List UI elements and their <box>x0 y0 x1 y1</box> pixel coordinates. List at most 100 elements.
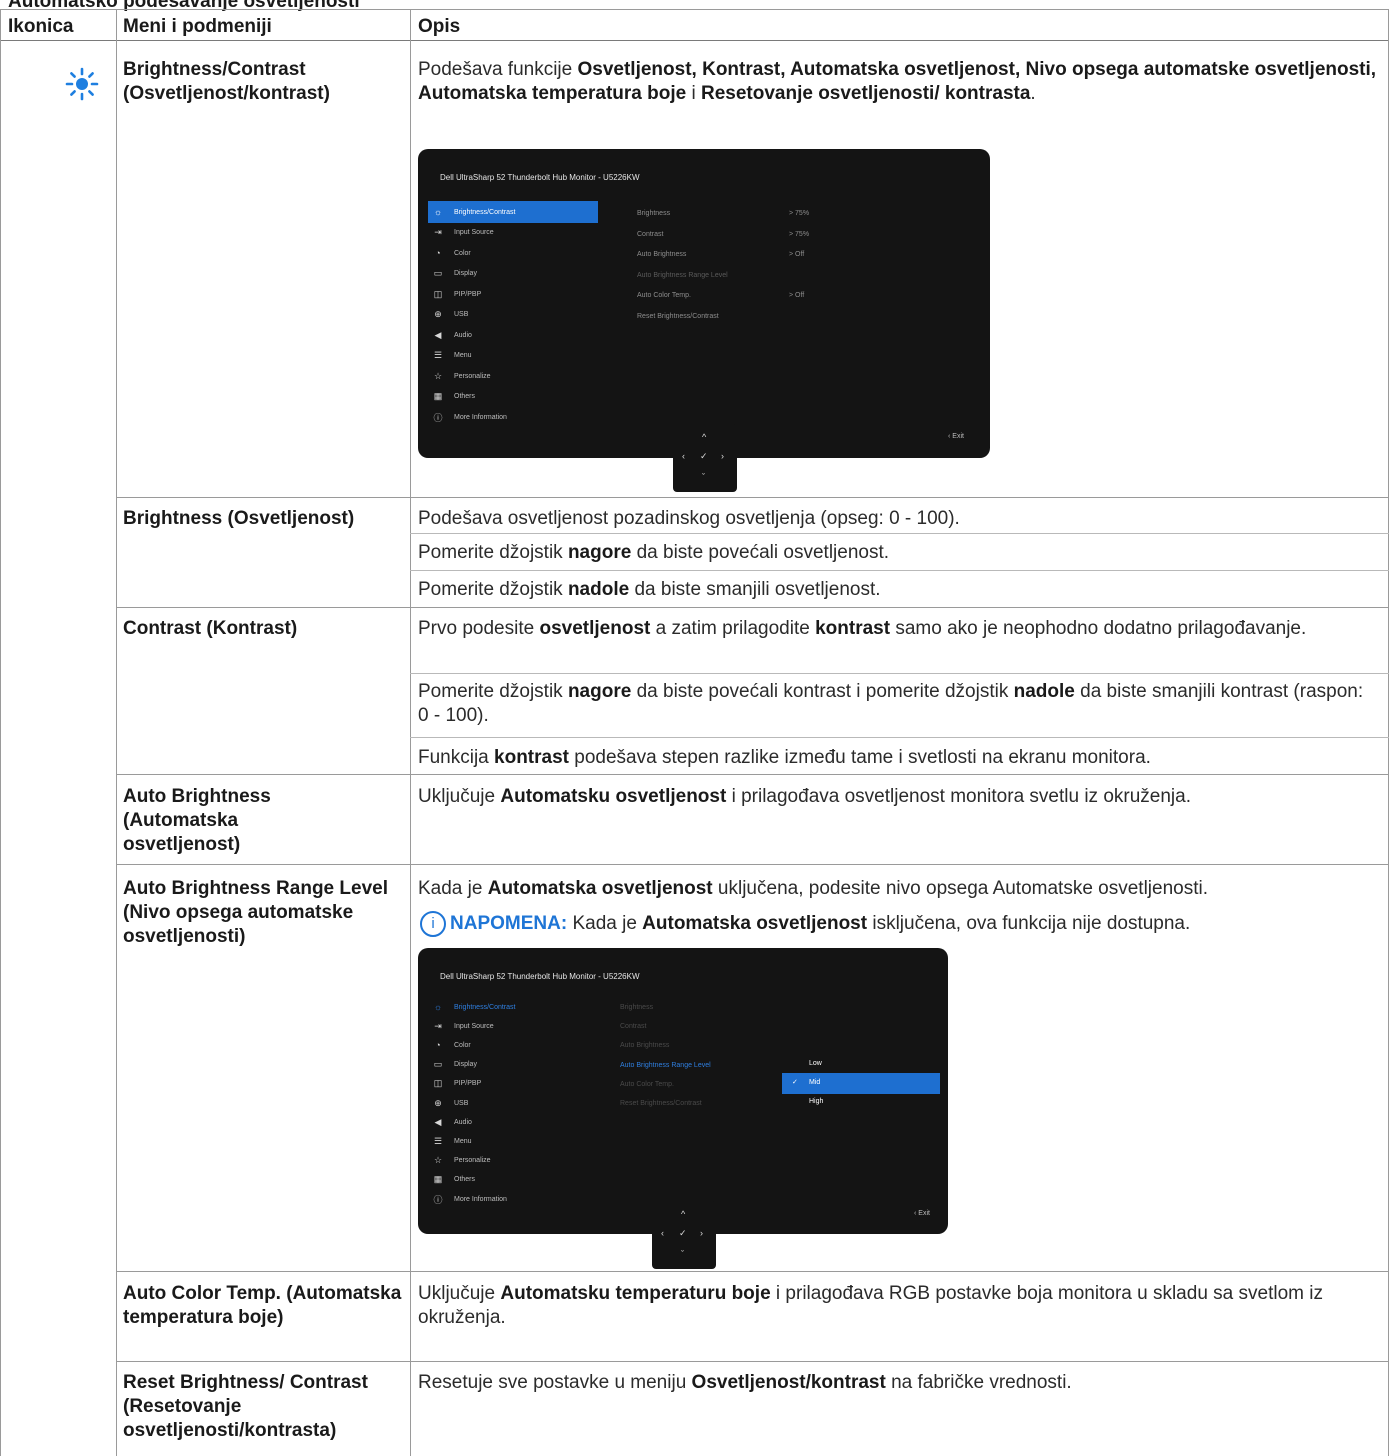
osd-menu-icon: ▭ <box>433 268 443 278</box>
osd-sub-item: Reset Brightness/Contrast <box>637 312 719 320</box>
osd-menu-item: ☼ Brightness/Contrast <box>428 997 516 1017</box>
osd-sub-item: Auto Brightness <box>620 1042 670 1050</box>
osd-menu-label: Display <box>454 270 477 277</box>
osd-menu-label: Brightness/Contrast <box>454 208 516 216</box>
osd-title: Dell UltraSharp 52 Thunderbolt Hub Monit… <box>440 173 640 182</box>
osd-menu-icon: ⊕ <box>434 1097 442 1108</box>
osd-sub-item: Auto Brightness <box>637 251 687 258</box>
osd-menu-label: Audio <box>454 331 472 339</box>
osd-option-mid: Mid <box>809 1079 821 1086</box>
osd-screenshot-brightness-contrast: Dell UltraSharp 52 Thunderbolt Hub Monit… <box>418 149 990 458</box>
joystick-left-icon: ‹ <box>661 1228 664 1238</box>
osd-sub-item: Auto Brightness Range Level <box>620 1061 711 1069</box>
osd-menu-label: More Information <box>454 413 507 421</box>
osd-menu-label: Personalize <box>454 1157 491 1165</box>
row-divider <box>116 774 1389 775</box>
joystick-down-icon: ˇ <box>681 1249 684 1259</box>
table-top-border <box>0 9 1389 10</box>
joystick-up-icon: ^ <box>702 432 707 442</box>
table-left-border <box>0 9 1 1456</box>
joystick-guide: ^ ‹ ✓ › ˇ <box>652 1201 716 1269</box>
osd-sub-value: > Off <box>789 292 805 299</box>
joystick-right-icon: › <box>721 451 724 461</box>
header-desc-column: Opis <box>418 16 461 37</box>
osd-menu-icon: ◀ <box>434 1116 442 1127</box>
osd-menu-icon: ⓘ <box>433 1194 443 1205</box>
osd-menu-item: ◫ PIP/PBP <box>428 284 482 304</box>
row-divider <box>116 1361 1389 1362</box>
menu-contrast: Contrast (Kontrast) <box>123 618 298 639</box>
sub-divider <box>410 737 1389 738</box>
note-auto-brightness-range: i NAPOMENA: Kada je Automatska osvetljeno… <box>418 911 1386 937</box>
osd-menu-label: PIP/PBP <box>454 290 482 298</box>
osd-menu-item: ◀ Audio <box>428 1112 472 1132</box>
osd-menu-item: ◔ Color <box>428 1035 471 1055</box>
osd-exit: ‹ Exit <box>948 433 964 440</box>
menu-auto-color-temp: Auto Color Temp. (Automatska temperatura… <box>123 1283 402 1328</box>
osd-menu-label: Color <box>454 1041 471 1049</box>
osd-menu-label: Audio <box>454 1118 472 1126</box>
osd-menu-item: ◀ Audio <box>428 325 472 345</box>
osd-option-highlight <box>782 1073 940 1094</box>
osd-menu-label: Others <box>454 1176 476 1184</box>
osd-sub-item: Brightness <box>637 210 671 217</box>
osd-menu-item: ⊕ USB <box>428 1093 468 1113</box>
osd-menu-item: ⓘ More Information <box>428 407 507 427</box>
osd-menu-icon: ⇥ <box>434 227 442 237</box>
osd-menu-icon: ☰ <box>433 350 443 360</box>
header-menu-column: Meni i podmeniji <box>123 16 272 37</box>
osd-menu-item: ☆ Personalize <box>428 366 491 386</box>
desc-brightness-up: Pomerite džojstik nagore da biste poveća… <box>418 542 890 563</box>
osd-menu-item: ☰ Menu <box>428 346 472 366</box>
osd-menu-item: ⇥ Input Source <box>428 1016 493 1036</box>
osd-sub-item: Brightness <box>620 1004 654 1011</box>
header-bottom-border <box>0 40 1389 41</box>
osd-sub-value: > 75% <box>789 230 810 238</box>
joystick-guide: ^ ‹ ✓ › ˇ <box>673 424 737 492</box>
joystick-down-icon: ˇ <box>702 472 705 482</box>
osd-menu-item: ▭ Display <box>428 1055 477 1075</box>
joystick-left-icon: ‹ <box>682 451 685 461</box>
osd-sub-item: Contrast <box>620 1023 647 1031</box>
osd-menu-label: Input Source <box>454 229 494 236</box>
osd-menu-icon: ☆ <box>433 370 443 381</box>
row-divider <box>116 497 1389 498</box>
osd-menu-icon: ▦ <box>433 391 443 401</box>
osd-menu-icon: ☼ <box>433 1002 443 1012</box>
column-divider <box>116 9 117 1456</box>
osd-menu-icon: ◔ <box>435 248 441 258</box>
osd-menu-icon: ◔ <box>435 1040 441 1051</box>
osd-menu-label: PIP/PBP <box>454 1080 482 1088</box>
desc-contrast-3: Funkcija kontrast podešava stepen razlik… <box>418 747 1151 768</box>
osd-menu-label: USB <box>454 1099 469 1107</box>
osd-menu-icon: ⊕ <box>434 309 442 319</box>
osd-menu-icon: ⇥ <box>434 1020 442 1031</box>
sub-divider <box>410 673 1389 674</box>
osd-menu-icon: ⓘ <box>433 412 443 423</box>
osd-menu-label: Personalize <box>454 372 491 380</box>
osd-menu-label: USB <box>454 311 469 318</box>
joystick-ok-icon: ✓ <box>700 451 708 461</box>
desc-reset-brightness-contrast: Resetuje sve postavke u meniju Osvetljen… <box>418 1372 1072 1393</box>
desc-brightness-down: Pomerite džojstik nadole da biste smanji… <box>418 579 881 600</box>
osd-menu-icon: ☰ <box>433 1135 443 1146</box>
desc-contrast-2: Pomerite džojstik nagore da biste poveća… <box>418 681 1364 726</box>
osd-menu-item: ☆ Personalize <box>428 1151 491 1171</box>
osd-menu-icon: ▦ <box>433 1174 443 1185</box>
osd-sub-item: Auto Brightness Range Level <box>637 271 728 279</box>
osd-option-high: High <box>809 1098 824 1105</box>
osd-option-low: Low <box>809 1060 822 1067</box>
osd-menu-icon: ◫ <box>433 288 443 299</box>
desc-auto-color-temp: Uključuje Automatsku temperaturu boje i … <box>418 1283 1323 1328</box>
osd-menu-label: Display <box>454 1061 477 1069</box>
joystick-ok-icon: ✓ <box>679 1228 687 1238</box>
osd-check-icon: ✓ <box>792 1079 798 1086</box>
osd-menu-item: ☼ Brightness/Contrast <box>428 202 516 222</box>
osd-menu-item: ◔ Color <box>428 243 470 263</box>
osd-sub-item: Auto Color Temp. <box>620 1080 674 1088</box>
menu-auto-brightness: Auto Brightness (Automatska osvetljenost… <box>123 786 271 855</box>
osd-sub-item: Reset Brightness/Contrast <box>620 1100 702 1107</box>
sub-divider <box>410 570 1389 571</box>
column-divider <box>410 9 411 1456</box>
row-divider <box>116 1271 1389 1272</box>
